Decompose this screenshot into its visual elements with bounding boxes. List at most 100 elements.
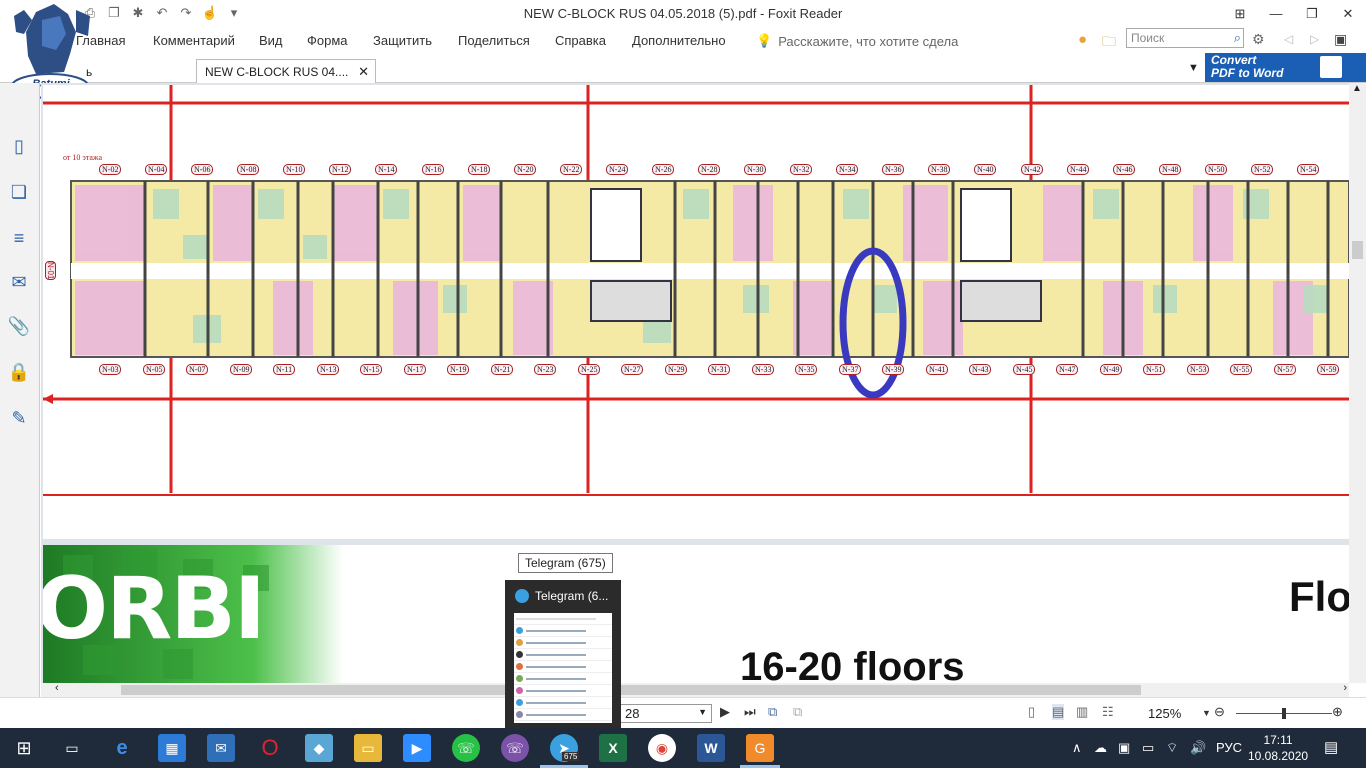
- search-placeholder: Поиск: [1131, 31, 1165, 45]
- menu-form[interactable]: Форма: [307, 33, 348, 48]
- close-button[interactable]: ✕: [1330, 0, 1366, 27]
- store-icon[interactable]: ▦: [158, 734, 186, 762]
- scroll-left-icon[interactable]: ‹: [55, 682, 59, 694]
- tray-app-icon[interactable]: ▣: [1118, 740, 1130, 756]
- zoom-out-icon[interactable]: ⊖: [1214, 704, 1225, 720]
- scroll-up-icon[interactable]: ▲: [1352, 83, 1362, 94]
- search-icon[interactable]: ⌕: [1234, 30, 1241, 46]
- whatsapp-icon[interactable]: ☏: [452, 734, 480, 762]
- chrome-icon[interactable]: ◉: [648, 734, 676, 762]
- menu-extra[interactable]: Дополнительно: [632, 33, 726, 48]
- previous-view-icon[interactable]: ⧉: [768, 704, 777, 720]
- facing-page-icon[interactable]: ▥: [1076, 704, 1088, 720]
- tab-document[interactable]: NEW C-BLOCK RUS 04.... ✕: [196, 59, 376, 83]
- menu-share[interactable]: Поделиться: [458, 33, 530, 48]
- volume-icon[interactable]: 🔊: [1190, 740, 1206, 756]
- top-unit-label: N-14: [375, 164, 398, 175]
- bottom-unit-label: N-49: [1100, 364, 1123, 375]
- redo-icon[interactable]: ↷: [176, 4, 196, 22]
- pages-stack-icon[interactable]: ≡: [8, 227, 30, 249]
- telegram-preview-thumbnail[interactable]: [514, 613, 612, 723]
- customize-dropdown-icon[interactable]: ▾: [224, 4, 244, 22]
- viber-icon[interactable]: ☏: [501, 734, 529, 762]
- zoom-dropdown-icon[interactable]: ▼: [1202, 708, 1211, 718]
- restore-button[interactable]: ❐: [1294, 0, 1330, 27]
- next-result-icon[interactable]: ▷: [1310, 32, 1319, 46]
- start-windows-icon[interactable]: ⊞: [10, 734, 38, 762]
- ribbon-options-icon[interactable]: ⊞: [1222, 0, 1258, 27]
- notifications-icon[interactable]: ▤: [1324, 738, 1338, 756]
- menu-protect[interactable]: Защитить: [373, 33, 432, 48]
- account-icon[interactable]: ▣: [1334, 31, 1347, 48]
- file-explorer-icon[interactable]: ▭: [354, 734, 382, 762]
- copy-icon[interactable]: ❐: [104, 4, 124, 22]
- zoom-slider[interactable]: [1236, 708, 1332, 719]
- telegram-tooltip: Telegram (675): [518, 553, 613, 573]
- undo-icon[interactable]: ↶: [152, 4, 172, 22]
- zoom-level[interactable]: 125%: [1148, 706, 1181, 721]
- tab-list-dropdown-icon[interactable]: ▼: [1188, 62, 1199, 74]
- tell-me-box[interactable]: 💡 Расскажите, что хотите сдела: [756, 33, 958, 49]
- vertical-scrollbar[interactable]: ▲: [1349, 83, 1366, 683]
- lightbulb-icon: 💡: [756, 33, 773, 48]
- search-input[interactable]: Поиск ⌕: [1126, 28, 1244, 48]
- clock[interactable]: 17:11 10.08.2020: [1248, 732, 1308, 764]
- horizontal-scrollbar[interactable]: ‹ ›: [41, 682, 1349, 697]
- page-dropdown-icon[interactable]: ▼: [698, 707, 707, 717]
- app-icon[interactable]: ◆: [305, 734, 333, 762]
- settings-gear-icon[interactable]: ⚙: [1252, 31, 1265, 48]
- next-view-icon[interactable]: ⧉: [793, 704, 802, 720]
- single-page-icon[interactable]: ▯: [1028, 704, 1035, 720]
- tray-overflow-icon[interactable]: ∧: [1072, 740, 1082, 756]
- mail-icon[interactable]: ✉: [207, 734, 235, 762]
- scroll-right-icon[interactable]: ›: [1343, 682, 1347, 694]
- continuous-page-icon[interactable]: ▤: [1052, 704, 1065, 720]
- telegram-taskbar-preview[interactable]: Telegram (6...: [505, 580, 621, 728]
- feedback-icon[interactable]: ●: [1078, 31, 1087, 48]
- language-indicator[interactable]: РУС: [1216, 740, 1242, 755]
- zoom-in-icon[interactable]: ⊕: [1332, 704, 1343, 720]
- minimize-button[interactable]: —: [1258, 0, 1294, 27]
- edge-icon[interactable]: e: [108, 734, 136, 762]
- convert-pdf-to-word-banner[interactable]: Convert PDF to Word: [1205, 53, 1366, 82]
- last-page-icon[interactable]: ⏭: [744, 704, 756, 720]
- prev-result-icon[interactable]: ◁: [1284, 32, 1293, 46]
- menu-help[interactable]: Справка: [555, 33, 606, 48]
- page2-heading-right: Flo: [1289, 573, 1349, 620]
- menu-view[interactable]: Вид: [259, 33, 283, 48]
- telegram-preview-title: Telegram (6...: [535, 589, 609, 603]
- find-folder-icon[interactable]: 🗀: [1102, 31, 1116, 55]
- task-view-icon[interactable]: ▭: [58, 734, 86, 762]
- foxit-reader-icon[interactable]: G: [746, 734, 774, 762]
- zoom-icon[interactable]: ▶: [403, 734, 431, 762]
- clock-time: 17:11: [1263, 733, 1293, 747]
- page-number-input[interactable]: 28 ▼: [620, 704, 712, 723]
- excel-icon[interactable]: X: [599, 734, 627, 762]
- wifi-icon[interactable]: ⌔: [1166, 740, 1178, 756]
- top-unit-label: N-46: [1113, 164, 1136, 175]
- bottom-unit-label: N-41: [926, 364, 949, 375]
- document-viewport[interactable]: от 10 этажа N-01 N-02 N-04 N-06 N-08 N-10 N-1…: [41, 83, 1349, 683]
- top-unit-label: N-42: [1021, 164, 1044, 175]
- next-page-icon[interactable]: ▶: [720, 704, 730, 720]
- hand-tool-icon[interactable]: ☝: [200, 4, 220, 22]
- new-icon[interactable]: ✱: [128, 4, 148, 22]
- signature-icon[interactable]: ✎: [8, 407, 30, 429]
- tab-close-icon[interactable]: ✕: [358, 64, 369, 80]
- attachments-icon[interactable]: 📎: [8, 315, 30, 337]
- battery-icon[interactable]: ▭: [1142, 740, 1154, 756]
- layers-icon[interactable]: ❏: [8, 181, 30, 203]
- opera-icon[interactable]: O: [256, 734, 284, 762]
- top-unit-label: N-34: [836, 164, 859, 175]
- security-lock-icon[interactable]: 🔒: [8, 361, 30, 383]
- comments-icon[interactable]: ✉: [8, 271, 30, 293]
- onedrive-icon[interactable]: ☁: [1094, 740, 1107, 756]
- continuous-facing-icon[interactable]: ☷: [1102, 704, 1114, 720]
- vertical-scroll-thumb[interactable]: [1352, 241, 1363, 259]
- page-thumbnails-icon[interactable]: ▯: [8, 135, 30, 157]
- menu-comment[interactable]: Комментарий: [153, 33, 235, 48]
- horizontal-scroll-thumb[interactable]: [121, 685, 1141, 695]
- zoom-slider-knob[interactable]: [1282, 708, 1286, 719]
- word-icon[interactable]: W: [697, 734, 725, 762]
- top-unit-label: N-24: [606, 164, 629, 175]
